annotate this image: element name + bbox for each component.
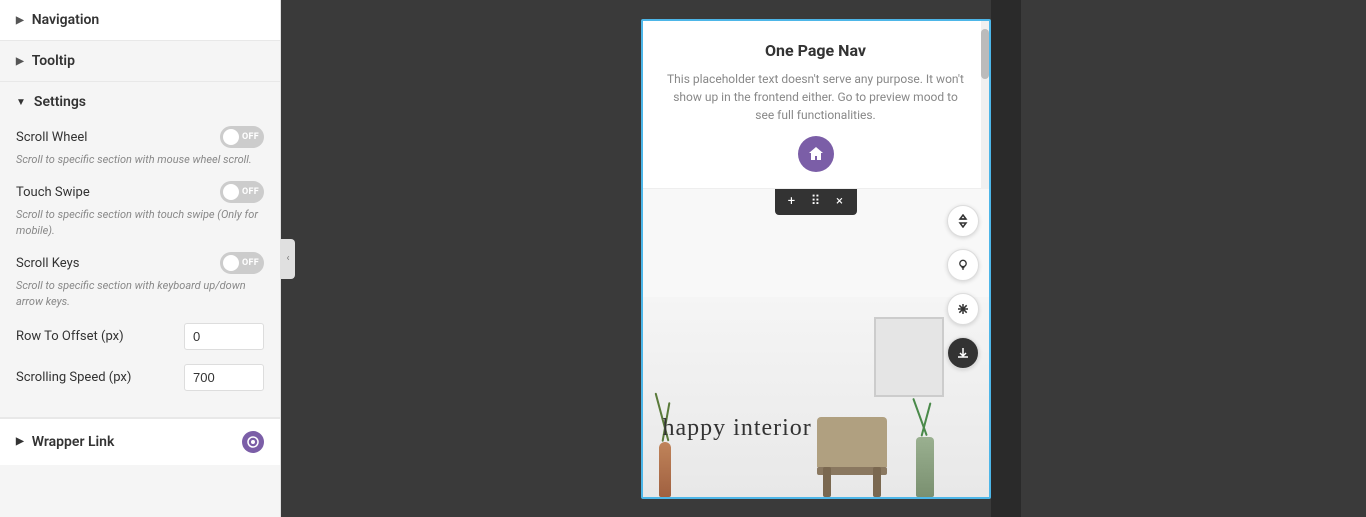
preview-panel: One Page Nav This placeholder text doesn… bbox=[641, 19, 991, 499]
scroll-keys-toggle[interactable]: OFF bbox=[220, 252, 264, 274]
scrolling-speed-input[interactable] bbox=[184, 364, 264, 391]
tooltip-section[interactable]: ▶ Tooltip bbox=[0, 41, 280, 82]
wrapper-link-label: Wrapper Link bbox=[32, 434, 115, 450]
right-panel bbox=[991, 0, 1021, 517]
scrolling-speed-row: Scrolling Speed (px) bbox=[16, 364, 264, 391]
row-to-offset-row: Row To Offset (px) bbox=[16, 323, 264, 350]
widget-description: This placeholder text doesn't serve any … bbox=[667, 70, 965, 124]
interior-text: happy interior bbox=[663, 415, 812, 442]
touch-swipe-label: Touch Swipe bbox=[16, 185, 90, 200]
navigation-section[interactable]: ▶ Navigation bbox=[0, 0, 280, 41]
vase-right bbox=[916, 437, 934, 497]
scroll-wheel-label: Scroll Wheel bbox=[16, 130, 87, 145]
asterisk-nav-icon[interactable] bbox=[947, 293, 979, 325]
right-nav-icons bbox=[947, 205, 979, 369]
interior-content: happy interior bbox=[643, 297, 989, 497]
widget-title: One Page Nav bbox=[667, 41, 965, 60]
row-to-offset-input[interactable] bbox=[184, 323, 264, 350]
scroll-keys-setting: Scroll Keys OFF Scroll to specific secti… bbox=[16, 252, 264, 309]
sidebar-collapse-handle[interactable]: ‹ bbox=[281, 239, 295, 279]
move-element-button[interactable]: ⠿ bbox=[807, 193, 825, 211]
preview-scrollbar-thumb bbox=[981, 29, 989, 79]
chair bbox=[807, 397, 897, 497]
close-element-button[interactable]: × bbox=[831, 193, 849, 211]
scroll-keys-off-label: OFF bbox=[242, 258, 259, 268]
plant-right bbox=[909, 387, 939, 437]
navigation-arrow-icon: ▶ bbox=[16, 15, 24, 26]
touch-swipe-toggle[interactable]: OFF bbox=[220, 181, 264, 203]
frame-decoration bbox=[874, 317, 944, 397]
main-content: One Page Nav This placeholder text doesn… bbox=[295, 0, 1366, 517]
scroll-wheel-setting: Scroll Wheel OFF Scroll to specific sect… bbox=[16, 126, 264, 167]
row-to-offset-label: Row To Offset (px) bbox=[16, 329, 124, 344]
wrapper-link-arrow-icon: ▶ bbox=[16, 436, 24, 447]
home-icon bbox=[798, 136, 834, 172]
settings-arrow-icon: ▼ bbox=[16, 97, 26, 108]
diamond-nav-icon[interactable] bbox=[947, 205, 979, 237]
scroll-wheel-off-label: OFF bbox=[242, 132, 259, 142]
floating-toolbar: + ⠿ × bbox=[775, 189, 857, 215]
tooltip-arrow-icon: ▶ bbox=[16, 56, 24, 67]
scroll-wheel-toggle[interactable]: OFF bbox=[220, 126, 264, 148]
one-page-nav-widget: One Page Nav This placeholder text doesn… bbox=[643, 21, 989, 189]
vase-left bbox=[659, 442, 671, 497]
wrapper-link-section[interactable]: ▶ Wrapper Link bbox=[0, 418, 280, 465]
download-nav-icon[interactable] bbox=[947, 337, 979, 369]
sidebar: ▶ Navigation ▶ Tooltip ▼ Settings Scroll… bbox=[0, 0, 281, 517]
scroll-keys-label: Scroll Keys bbox=[16, 256, 79, 271]
settings-label: Settings bbox=[34, 94, 86, 110]
bulb-nav-icon[interactable] bbox=[947, 249, 979, 281]
touch-swipe-off-label: OFF bbox=[242, 187, 259, 197]
touch-swipe-desc: Scroll to specific section with touch sw… bbox=[16, 207, 264, 238]
scroll-keys-desc: Scroll to specific section with keyboard… bbox=[16, 278, 264, 309]
add-element-button[interactable]: + bbox=[783, 193, 801, 211]
wrapper-link-brand-icon bbox=[242, 431, 264, 453]
settings-section: ▼ Settings Scroll Wheel OFF Scroll to sp… bbox=[0, 82, 280, 418]
scrolling-speed-label: Scrolling Speed (px) bbox=[16, 370, 131, 385]
wrapper-link-left: ▶ Wrapper Link bbox=[16, 434, 114, 450]
content-section: + ⠿ × bbox=[643, 189, 989, 497]
tooltip-label: Tooltip bbox=[32, 53, 75, 69]
navigation-label: Navigation bbox=[32, 12, 100, 28]
settings-header[interactable]: ▼ Settings bbox=[16, 94, 264, 110]
scroll-wheel-desc: Scroll to specific section with mouse wh… bbox=[16, 152, 264, 167]
touch-swipe-setting: Touch Swipe OFF Scroll to specific secti… bbox=[16, 181, 264, 238]
